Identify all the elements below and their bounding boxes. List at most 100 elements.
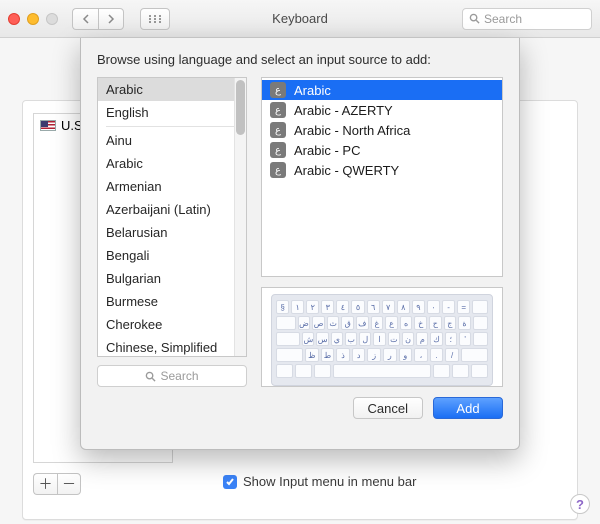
- scrollbar-thumb[interactable]: [236, 80, 245, 135]
- add-source-button[interactable]: ＋: [33, 473, 57, 495]
- language-item[interactable]: Burmese: [98, 290, 246, 313]
- cancel-button[interactable]: Cancel: [353, 397, 423, 419]
- input-source-candidate-label: Arabic - North Africa: [294, 123, 410, 138]
- input-source-candidates[interactable]: ع Arabic ع Arabic - AZERTY ع Arabic - North A…: [261, 77, 503, 277]
- back-button[interactable]: [72, 8, 98, 30]
- key: ص: [312, 316, 325, 330]
- show-input-menu-label: Show Input menu in menu bar: [243, 474, 416, 489]
- language-item[interactable]: Armenian: [98, 175, 246, 198]
- key: ه: [400, 316, 413, 330]
- key: ن: [402, 332, 414, 346]
- chevron-left-icon: [82, 14, 90, 24]
- language-item[interactable]: Arabic: [98, 152, 246, 175]
- input-source-candidate-label: Arabic: [294, 83, 331, 98]
- arabic-layout-icon: ع: [270, 142, 286, 158]
- input-source-candidate[interactable]: ع Arabic - QWERTY: [262, 160, 502, 180]
- cancel-button-label: Cancel: [368, 401, 408, 416]
- key: ٧: [382, 300, 395, 314]
- minimize-window-button[interactable]: [27, 13, 39, 25]
- input-source-candidate[interactable]: ع Arabic - North Africa: [262, 120, 502, 140]
- key: ا: [373, 332, 385, 346]
- key: ٤: [336, 300, 349, 314]
- input-source-candidate[interactable]: ع Arabic - AZERTY: [262, 100, 502, 120]
- input-source-candidate-label: Arabic - AZERTY: [294, 103, 393, 118]
- close-window-button[interactable]: [8, 13, 20, 25]
- key: ز: [367, 348, 381, 362]
- key: ب: [345, 332, 357, 346]
- key: ج: [444, 316, 457, 330]
- key: ٨: [397, 300, 410, 314]
- nav-buttons: [72, 8, 124, 30]
- key: ٣: [321, 300, 334, 314]
- keyboard-preview: §١٢٣٤٥٦٧٨٩٠-=ضصثقفغعهخحجةشسيبلاتنمك؛'ظطذ…: [261, 287, 503, 387]
- input-source-candidate-label: Arabic - QWERTY: [294, 163, 399, 178]
- language-item[interactable]: Arabic: [98, 78, 246, 101]
- add-remove-controls: ＋ －: [33, 473, 81, 495]
- show-all-button[interactable]: [140, 8, 170, 30]
- sheet-title: Browse using language and select an inpu…: [97, 52, 503, 67]
- arabic-layout-icon: ع: [270, 122, 286, 138]
- language-item[interactable]: Belarusian: [98, 221, 246, 244]
- language-item[interactable]: English: [98, 101, 246, 124]
- key: ر: [383, 348, 397, 362]
- show-input-menu-option[interactable]: Show Input menu in menu bar: [223, 474, 416, 489]
- chevron-right-icon: [107, 14, 115, 24]
- key: ل: [359, 332, 371, 346]
- key: ٠: [427, 300, 440, 314]
- key: غ: [371, 316, 384, 330]
- language-item[interactable]: Chinese, Simplified: [98, 336, 246, 357]
- language-item[interactable]: Azerbaijani (Latin): [98, 198, 246, 221]
- language-item[interactable]: Cherokee: [98, 313, 246, 336]
- titlebar: Keyboard Search: [0, 0, 600, 38]
- key: ة: [458, 316, 471, 330]
- key: ك: [430, 332, 442, 346]
- key: /: [445, 348, 459, 362]
- language-list[interactable]: ArabicEnglishAinuArabicArmenianAzerbaija…: [97, 77, 247, 357]
- grid-icon: [148, 14, 162, 24]
- key: ت: [388, 332, 400, 346]
- language-item[interactable]: Bengali: [98, 244, 246, 267]
- toolbar-search-placeholder: Search: [484, 12, 522, 26]
- key: ح: [429, 316, 442, 330]
- key: ٥: [351, 300, 364, 314]
- key: و: [399, 348, 413, 362]
- flag-us-icon: [40, 120, 56, 131]
- input-source-candidate[interactable]: ع Arabic - PC: [262, 140, 502, 160]
- language-item[interactable]: Ainu: [98, 129, 246, 152]
- checkbox-checked-icon: [223, 475, 237, 489]
- search-icon: [145, 371, 156, 382]
- remove-source-button[interactable]: －: [57, 473, 81, 495]
- key: ش: [302, 332, 314, 346]
- arabic-layout-icon: ع: [270, 102, 286, 118]
- forward-button[interactable]: [98, 8, 124, 30]
- search-icon: [469, 13, 480, 24]
- zoom-window-button[interactable]: [46, 13, 58, 25]
- key: ': [459, 332, 471, 346]
- arabic-layout-icon: ع: [270, 82, 286, 98]
- add-input-source-sheet: Browse using language and select an inpu…: [80, 38, 520, 450]
- key: س: [316, 332, 328, 346]
- key: ط: [321, 348, 335, 362]
- key: د: [352, 348, 366, 362]
- key: ،: [414, 348, 428, 362]
- arabic-layout-icon: ع: [270, 162, 286, 178]
- key: ض: [298, 316, 311, 330]
- input-source-candidate[interactable]: ع Arabic: [262, 80, 502, 100]
- sheet-search-placeholder: Search: [160, 369, 198, 383]
- language-item[interactable]: Bulgarian: [98, 267, 246, 290]
- key: ٩: [412, 300, 425, 314]
- help-button[interactable]: ?: [570, 494, 590, 514]
- key: ي: [331, 332, 343, 346]
- key: ٦: [367, 300, 380, 314]
- key: =: [457, 300, 470, 314]
- key: ق: [341, 316, 354, 330]
- separator: [106, 126, 238, 127]
- add-button[interactable]: Add: [433, 397, 503, 419]
- input-source-candidate-label: Arabic - PC: [294, 143, 360, 158]
- key: م: [416, 332, 428, 346]
- sheet-search-input[interactable]: Search: [97, 365, 247, 387]
- key: ؛: [445, 332, 457, 346]
- scrollbar-track[interactable]: [234, 78, 246, 356]
- toolbar-search-input[interactable]: Search: [462, 8, 592, 30]
- key: ث: [327, 316, 340, 330]
